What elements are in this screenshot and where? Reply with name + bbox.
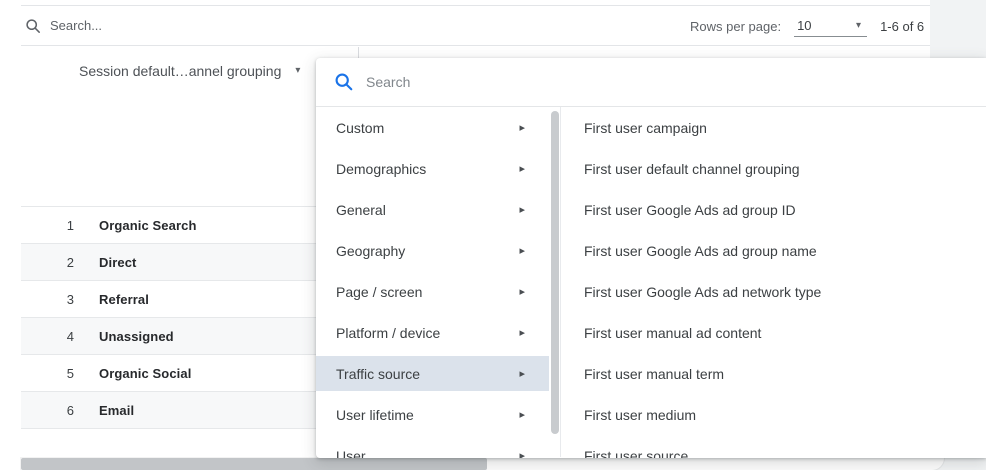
category-label: Traffic source — [336, 365, 421, 382]
dimension-option-label: First user manual ad content — [584, 324, 762, 341]
dimension-option-label: First user default channel grouping — [584, 160, 800, 177]
dimension-option-label: First user Google Ads ad group ID — [584, 201, 796, 218]
horizontal-scrollbar-thumb[interactable] — [21, 458, 487, 470]
row-index: 2 — [66, 254, 74, 270]
category-item[interactable]: User lifetime ▸ — [316, 394, 549, 435]
chevron-down-icon: ▾ — [856, 19, 862, 31]
pagination-range-label: 1-6 of 6 — [880, 18, 925, 34]
category-item[interactable]: Page / screen ▸ — [316, 271, 549, 312]
chevron-right-icon: ▸ — [519, 121, 525, 134]
chevron-right-icon: ▸ — [519, 244, 525, 257]
dimension-option[interactable]: First user manual term — [568, 353, 986, 394]
table-row: 4 Unassigned — [21, 317, 316, 354]
row-index: 4 — [66, 328, 74, 344]
category-item[interactable]: Demographics ▸ — [316, 148, 549, 189]
row-index: 5 — [66, 365, 74, 381]
category-item[interactable]: General ▸ — [316, 189, 549, 230]
dimension-option[interactable]: First user Google Ads ad network type — [568, 271, 986, 312]
dimension-picker-menu: Custom ▸ Demographics ▸ Genera — [316, 58, 986, 458]
category-item[interactable]: Custom ▸ — [316, 107, 549, 148]
category-list: Custom ▸ Demographics ▸ General ▸ Geogra… — [316, 107, 549, 458]
ga-report-page: Rows per page: 10 ▾ 1-6 of 6 Session def… — [0, 0, 986, 470]
table-row: 5 Organic Social — [21, 354, 316, 391]
rows-per-page-value: 10 — [797, 18, 812, 33]
dimension-header-label: Session default…annel grouping — [79, 63, 282, 79]
category-label: User lifetime — [336, 406, 414, 423]
table-row: 1 Organic Search — [21, 206, 316, 243]
category-label: Custom — [336, 119, 385, 136]
rows-per-page-select[interactable]: 10 ▾ — [794, 15, 868, 37]
dimension-option[interactable]: First user medium — [568, 394, 986, 435]
row-index: 3 — [66, 291, 74, 307]
chevron-right-icon: ▸ — [519, 203, 525, 216]
dimension-option-list: First user campaign First user default c… — [568, 107, 986, 459]
row-index: 1 — [66, 217, 74, 233]
chevron-right-icon: ▸ — [519, 449, 525, 458]
dimension-option[interactable]: First user default channel grouping — [568, 148, 986, 189]
row-index: 6 — [66, 402, 74, 418]
dimension-option[interactable]: First user Google Ads ad group ID — [568, 189, 986, 230]
table-search-input[interactable] — [50, 18, 430, 33]
chevron-down-icon: ▾ — [295, 65, 301, 76]
row-channel-name: Organic Search — [99, 217, 197, 233]
dimension-option-label: First user source — [584, 447, 689, 459]
dimension-option[interactable]: First user Google Ads ad group name — [568, 230, 986, 271]
table-row: 2 Direct — [21, 243, 316, 280]
dimension-option-label: First user campaign — [584, 119, 707, 136]
category-item[interactable]: Platform / device ▸ — [316, 312, 549, 353]
dimension-header-button[interactable]: Session default…annel grouping ▾ — [79, 60, 300, 82]
category-label: Platform / device — [336, 324, 441, 341]
category-item[interactable]: User ▸ — [316, 435, 549, 459]
pagination-controls: Rows per page: 10 ▾ 1-6 of 6 — [690, 6, 924, 46]
chevron-right-icon: ▸ — [519, 285, 525, 298]
category-label: User — [336, 447, 366, 459]
dimension-option-label: First user Google Ads ad network type — [584, 283, 822, 300]
chevron-right-icon: ▸ — [519, 162, 525, 175]
menu-scrollbar-thumb[interactable] — [551, 111, 559, 434]
dimension-option[interactable]: First user manual ad content — [568, 312, 986, 353]
dimension-option[interactable]: First user source — [568, 435, 986, 459]
column-divider — [358, 47, 359, 58]
row-channel-name: Email — [99, 402, 135, 418]
chevron-right-icon: ▸ — [519, 326, 525, 339]
dimension-option-label: First user manual term — [584, 365, 725, 382]
chevron-right-icon: ▸ — [519, 408, 525, 421]
search-icon — [335, 73, 353, 91]
menu-search-input[interactable] — [366, 74, 866, 90]
dimension-option[interactable]: First user campaign — [568, 107, 986, 148]
dimension-option-label: First user Google Ads ad group name — [584, 242, 817, 259]
category-label: Demographics — [336, 160, 427, 177]
row-channel-name: Unassigned — [99, 328, 174, 344]
category-label: Geography — [336, 242, 406, 259]
channel-table: 1 Organic Search 2 Direct 3 Referral 4 U… — [21, 206, 316, 429]
category-label: Page / screen — [336, 283, 423, 300]
search-icon — [26, 18, 40, 33]
category-label: General — [336, 201, 386, 218]
dimension-option-label: First user medium — [584, 406, 697, 423]
table-row: 3 Referral — [21, 280, 316, 317]
row-channel-name: Organic Social — [99, 365, 192, 381]
menu-body: Custom ▸ Demographics ▸ General ▸ Geogra… — [316, 107, 986, 459]
category-item[interactable]: Traffic source ▸ — [316, 353, 549, 394]
menu-pane-divider — [560, 107, 561, 457]
row-channel-name: Referral — [99, 291, 149, 307]
row-channel-name: Direct — [99, 254, 137, 270]
category-item[interactable]: Geography ▸ — [316, 230, 549, 271]
rows-per-page-label: Rows per page: — [690, 18, 782, 34]
chevron-right-icon: ▸ — [519, 367, 525, 380]
table-row: 6 Email — [21, 391, 316, 428]
menu-search-bar — [316, 58, 986, 107]
